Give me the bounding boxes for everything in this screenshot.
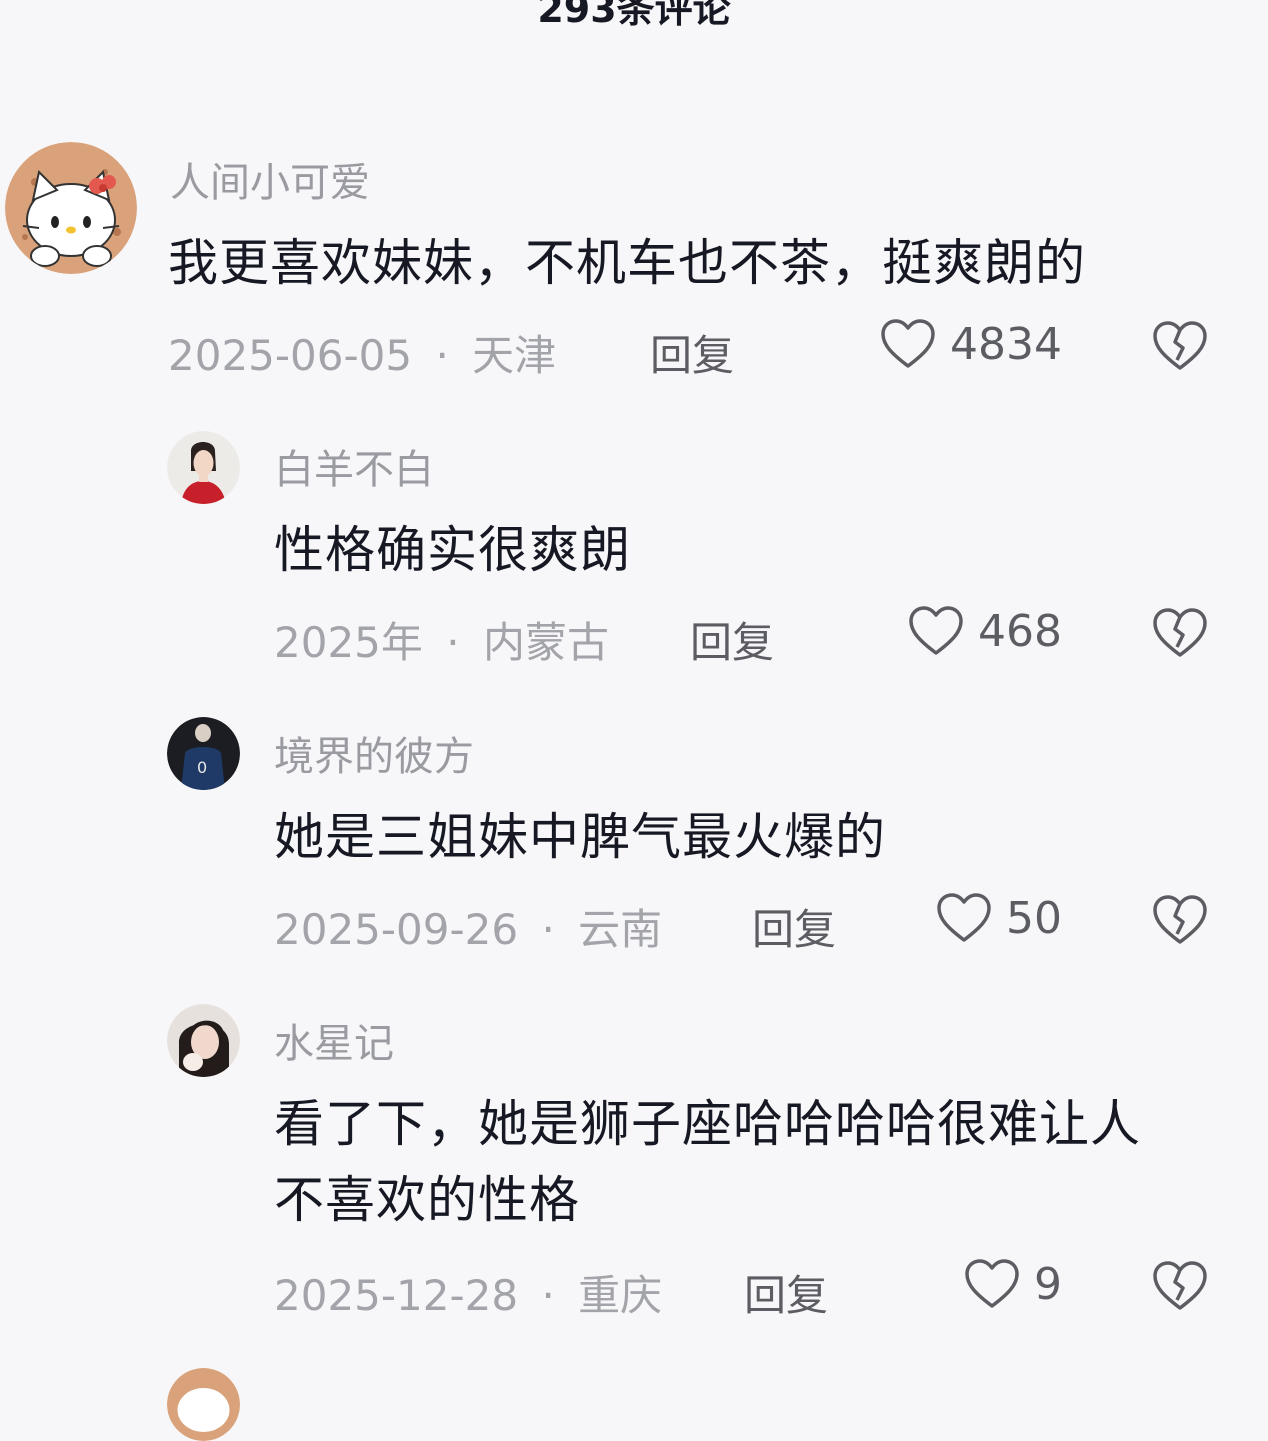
- comment-date: 2025年: [274, 618, 423, 667]
- avatar[interactable]: [5, 142, 137, 274]
- avatar[interactable]: [167, 431, 240, 504]
- dislike-button[interactable]: [1152, 1260, 1208, 1312]
- like-button[interactable]: 9: [964, 1258, 1062, 1310]
- comment-text: 看了下，她是狮子座哈哈哈哈很难让人 不喜欢的性格: [274, 1086, 1141, 1238]
- username[interactable]: 白羊不白: [274, 437, 434, 495]
- comment-count-title: 293条评论: [537, 0, 731, 31]
- reply-button[interactable]: 回复: [690, 609, 774, 670]
- heart-outline-icon: [908, 605, 964, 657]
- like-count: 4834: [950, 318, 1062, 370]
- dislike-button[interactable]: [1152, 320, 1208, 372]
- comment-text-line: 看了下，她是狮子座哈哈哈哈很难让人: [274, 1095, 1141, 1153]
- comment-text-line: 不喜欢的性格: [274, 1171, 580, 1229]
- broken-heart-icon: [1152, 320, 1208, 372]
- comment-text: 她是三姐妹中脾气最火爆的: [274, 808, 886, 866]
- svg-text:0: 0: [197, 758, 207, 777]
- reply-button[interactable]: 回复: [752, 896, 836, 957]
- comment-meta: 2025-12-28 · 重庆: [274, 1262, 662, 1323]
- username[interactable]: 境界的彼方: [274, 724, 474, 782]
- comment-text: 性格确实很爽朗: [274, 521, 631, 579]
- heart-outline-icon: [964, 1258, 1020, 1310]
- avatar[interactable]: 0: [167, 717, 240, 790]
- username[interactable]: 水星记: [274, 1011, 394, 1069]
- comment-location: 天津: [472, 331, 557, 380]
- meta-separator: ·: [435, 331, 449, 380]
- reply-button[interactable]: 回复: [744, 1262, 828, 1323]
- comment-meta: 2025-09-26 · 云南: [274, 896, 662, 957]
- avatar[interactable]: [167, 1004, 240, 1077]
- comment-text: 我更喜欢妹妹，不机车也不茶，挺爽朗的: [168, 234, 1086, 292]
- comment-location: 重庆: [578, 1271, 663, 1320]
- like-count: 468: [978, 605, 1062, 657]
- broken-heart-icon: [1152, 1260, 1208, 1312]
- comment-date: 2025-12-28: [274, 1271, 519, 1320]
- meta-separator: ·: [541, 905, 555, 954]
- like-button[interactable]: 50: [936, 892, 1062, 944]
- comment-meta: 2025-06-05 · 天津: [168, 322, 556, 383]
- username[interactable]: 人间小可爱: [170, 150, 370, 208]
- dislike-button[interactable]: [1152, 894, 1208, 946]
- comment-meta: 2025年 · 内蒙古: [274, 609, 609, 670]
- comment-location: 内蒙古: [482, 618, 609, 667]
- like-button[interactable]: 468: [908, 605, 1062, 657]
- comment-location: 云南: [578, 905, 663, 954]
- broken-heart-icon: [1152, 894, 1208, 946]
- broken-heart-icon: [1152, 607, 1208, 659]
- dislike-button[interactable]: [1152, 607, 1208, 659]
- like-count: 9: [1034, 1258, 1062, 1310]
- comment-date: 2025-06-05: [168, 331, 413, 380]
- comment-date: 2025-09-26: [274, 905, 519, 954]
- avatar[interactable]: [167, 1368, 240, 1441]
- meta-separator: ·: [446, 618, 460, 667]
- like-button[interactable]: 4834: [880, 318, 1062, 370]
- like-count: 50: [1006, 892, 1062, 944]
- reply-button[interactable]: 回复: [650, 322, 734, 383]
- heart-outline-icon: [936, 892, 992, 944]
- heart-outline-icon: [880, 318, 936, 370]
- meta-separator: ·: [541, 1271, 555, 1320]
